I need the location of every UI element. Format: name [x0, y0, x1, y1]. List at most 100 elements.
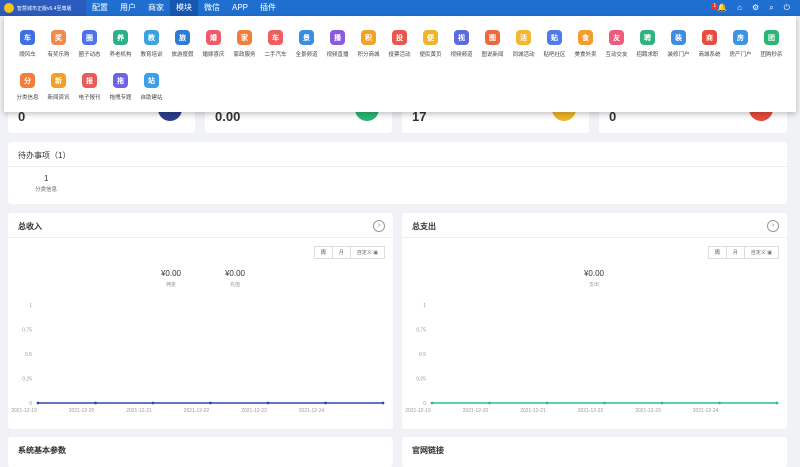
- divider: [8, 237, 393, 238]
- module-label: 图说新闻: [481, 52, 504, 58]
- income-commission-label: 佣金: [165, 282, 176, 288]
- module-item[interactable]: 车顺风车: [12, 30, 43, 73]
- module-icon: 婚: [206, 30, 221, 45]
- range-custom[interactable]: 自定义 ▣: [351, 247, 384, 258]
- income-title: 总收入: [18, 222, 42, 231]
- module-item[interactable]: 积积分商城: [353, 30, 384, 73]
- module-item[interactable]: 视视频频道: [446, 30, 477, 73]
- search-icon[interactable]: ⌕: [769, 0, 773, 16]
- module-icon: 车: [268, 30, 283, 45]
- module-item[interactable]: 图图说新闻: [477, 30, 508, 73]
- system-params-title: 系统基本参数: [18, 446, 66, 455]
- module-label: 圈子动态: [78, 52, 101, 58]
- nav-app[interactable]: APP: [226, 0, 254, 16]
- data-point[interactable]: [603, 401, 606, 405]
- data-point[interactable]: [266, 401, 270, 405]
- module-item[interactable]: 家家政服务: [229, 30, 260, 73]
- module-icon: 聘: [640, 30, 655, 45]
- data-point[interactable]: [324, 401, 327, 405]
- module-item[interactable]: 贴贴吧社区: [539, 30, 570, 73]
- module-item[interactable]: 分分类信息: [12, 73, 43, 116]
- home-icon[interactable]: ⌂: [737, 0, 742, 16]
- nav-config[interactable]: 配置: [86, 0, 114, 16]
- module-icon: 分: [20, 73, 35, 88]
- module-item[interactable]: 食美食外卖: [570, 30, 601, 73]
- module-label: 商城系统: [698, 52, 721, 58]
- module-label: 新闻资讯: [47, 95, 70, 101]
- bell-icon[interactable]: 🔔 1: [711, 0, 727, 16]
- power-icon[interactable]: ⏻: [784, 0, 790, 16]
- module-item[interactable]: 房房产门户: [725, 30, 756, 73]
- module-item[interactable]: 车二手汽车: [260, 30, 291, 73]
- module-item[interactable]: 聘招聘求职: [632, 30, 663, 73]
- data-point[interactable]: [660, 401, 664, 405]
- x-tick-label: 2021-12-22: [578, 408, 604, 414]
- module-item[interactable]: 景全景频道: [291, 30, 322, 73]
- module-item[interactable]: 商商城系统: [694, 30, 725, 73]
- range-month[interactable]: 月: [333, 247, 351, 258]
- modules-grid: 车顺风车奖有奖乐购圈圈子动态养养老机构教教育培训旅旅游度假婚婚嫁喜庆家家政服务车…: [4, 16, 796, 116]
- range-week[interactable]: 周: [315, 247, 333, 258]
- module-label: 养老机构: [109, 52, 132, 58]
- module-item[interactable]: 装装修门户: [663, 30, 694, 73]
- module-icon: 旅: [175, 30, 190, 45]
- module-item[interactable]: 婚婚嫁喜庆: [198, 30, 229, 73]
- data-point[interactable]: [36, 401, 40, 405]
- data-point[interactable]: [488, 401, 491, 405]
- nav-plugins[interactable]: 插件: [254, 0, 282, 16]
- chevron-right-icon[interactable]: ›: [373, 220, 385, 232]
- range-custom[interactable]: 自定义 ▣: [745, 247, 778, 258]
- module-icon: 投: [392, 30, 407, 45]
- brand-title: 智慧城市正版v6.4至尊版: [17, 5, 72, 12]
- module-label: 电子报刊: [78, 95, 101, 101]
- nav-users[interactable]: 用户: [114, 0, 142, 16]
- module-label: 旅游度假: [171, 52, 194, 58]
- module-item[interactable]: 报电子报刊: [74, 73, 105, 116]
- module-item[interactable]: 新新闻资讯: [43, 73, 74, 116]
- module-item[interactable]: 圈圈子动态: [74, 30, 105, 73]
- y-tick-label: 1: [423, 303, 426, 309]
- data-point[interactable]: [775, 401, 779, 405]
- income-card: 总收入 › 周 月 自定义 ▣ ¥0.00 佣金 ¥0.00 充值 0 0.25 0…: [8, 213, 393, 429]
- module-item[interactable]: 投投票活动: [384, 30, 415, 73]
- data-point[interactable]: [381, 401, 385, 405]
- module-item[interactable]: 奖有奖乐购: [43, 30, 74, 73]
- range-month[interactable]: 月: [727, 247, 745, 258]
- nav-merchants[interactable]: 商家: [142, 0, 170, 16]
- data-point[interactable]: [545, 401, 549, 405]
- range-week[interactable]: 周: [709, 247, 727, 258]
- nav-modules[interactable]: 模块: [170, 0, 198, 16]
- data-point[interactable]: [94, 401, 97, 405]
- gear-icon[interactable]: ⚙: [752, 0, 759, 16]
- module-item[interactable]: 团团购秒杀: [756, 30, 787, 73]
- x-tick-label: 2021-12-24: [299, 408, 325, 414]
- expense-chart: 0 0.25 0.5 0.75 1 2021-12-19 2021-12-20 2021-12…: [405, 303, 779, 414]
- module-item[interactable]: 拖拖拽专题: [105, 73, 136, 116]
- module-item[interactable]: 旅旅游度假: [167, 30, 198, 73]
- chevron-right-icon[interactable]: ›: [767, 220, 779, 232]
- module-item[interactable]: 便便民黄页: [415, 30, 446, 73]
- data-point[interactable]: [209, 401, 212, 405]
- nav-wechat[interactable]: 微信: [198, 0, 226, 16]
- module-item[interactable]: 友互动交友: [601, 30, 632, 73]
- y-tick-label: 0: [423, 401, 426, 407]
- module-item[interactable]: 养养老机构: [105, 30, 136, 73]
- brand-logo-icon: [4, 3, 14, 13]
- module-icon: 商: [702, 30, 717, 45]
- data-point[interactable]: [718, 401, 721, 405]
- module-label: 便民黄页: [419, 52, 442, 58]
- module-item[interactable]: 站自助建站: [136, 73, 167, 116]
- module-icon: 拖: [113, 73, 128, 88]
- brand[interactable]: 智慧城市正版v6.4至尊版: [0, 0, 86, 16]
- module-item[interactable]: 教教育培训: [136, 30, 167, 73]
- y-tick-label: 0.25: [416, 377, 426, 383]
- module-icon: 房: [733, 30, 748, 45]
- module-item[interactable]: 播视频直播: [322, 30, 353, 73]
- todo-count[interactable]: 1: [44, 174, 48, 183]
- module-label: 视频频道: [450, 52, 473, 58]
- module-item[interactable]: 活同城活动: [508, 30, 539, 73]
- module-label: 婚嫁喜庆: [202, 52, 225, 58]
- data-point[interactable]: [430, 401, 434, 405]
- data-point[interactable]: [151, 401, 155, 405]
- todo-label[interactable]: 分类信息: [35, 185, 57, 193]
